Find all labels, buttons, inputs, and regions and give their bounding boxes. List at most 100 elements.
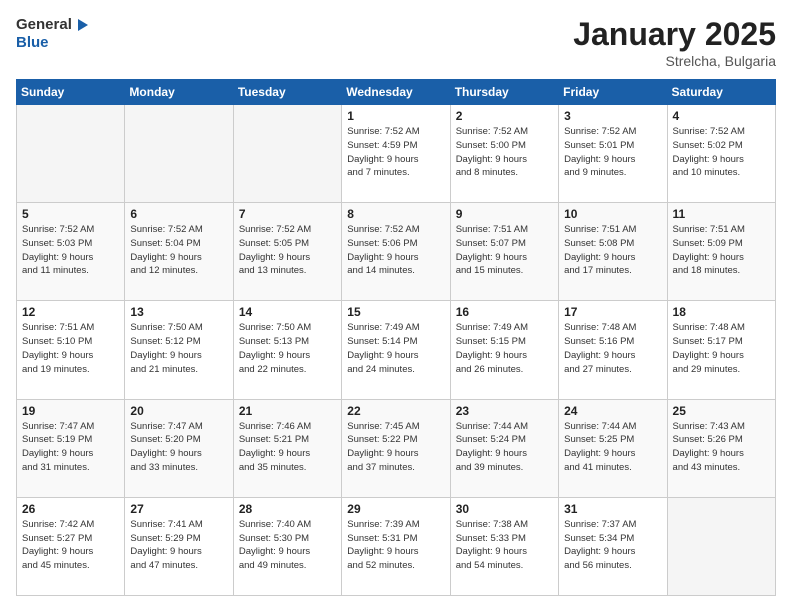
- title-block: January 2025 Strelcha, Bulgaria: [573, 16, 776, 69]
- table-row: 7 Sunrise: 7:52 AM Sunset: 5:05 PM Daylig…: [233, 203, 341, 301]
- table-row: 6 Sunrise: 7:52 AM Sunset: 5:04 PM Daylig…: [125, 203, 233, 301]
- col-saturday: Saturday: [667, 80, 775, 105]
- calendar-header-row: Sunday Monday Tuesday Wednesday Thursday…: [17, 80, 776, 105]
- cell-content: Sunrise: 7:47 AM Sunset: 5:19 PM Dayligh…: [22, 420, 119, 475]
- col-tuesday: Tuesday: [233, 80, 341, 105]
- table-row: 18 Sunrise: 7:48 AM Sunset: 5:17 PM Dayli…: [667, 301, 775, 399]
- table-row: [125, 105, 233, 203]
- table-row: 26 Sunrise: 7:42 AM Sunset: 5:27 PM Dayli…: [17, 497, 125, 595]
- day-number: 8: [347, 207, 444, 221]
- cell-content: Sunrise: 7:44 AM Sunset: 5:25 PM Dayligh…: [564, 420, 661, 475]
- table-row: 1 Sunrise: 7:52 AM Sunset: 4:59 PM Daylig…: [342, 105, 450, 203]
- logo-arrow-icon: [74, 17, 90, 33]
- day-number: 4: [673, 109, 770, 123]
- day-number: 11: [673, 207, 770, 221]
- month-title: January 2025: [573, 16, 776, 53]
- table-row: 15 Sunrise: 7:49 AM Sunset: 5:14 PM Dayli…: [342, 301, 450, 399]
- cell-content: Sunrise: 7:48 AM Sunset: 5:17 PM Dayligh…: [673, 321, 770, 376]
- table-row: [667, 497, 775, 595]
- cell-content: Sunrise: 7:52 AM Sunset: 5:00 PM Dayligh…: [456, 125, 553, 180]
- day-number: 2: [456, 109, 553, 123]
- table-row: [17, 105, 125, 203]
- day-number: 15: [347, 305, 444, 319]
- table-row: 29 Sunrise: 7:39 AM Sunset: 5:31 PM Dayli…: [342, 497, 450, 595]
- table-row: 13 Sunrise: 7:50 AM Sunset: 5:12 PM Dayli…: [125, 301, 233, 399]
- table-row: 12Sunrise: 7:51 AM Sunset: 5:10 PM Dayli…: [17, 301, 125, 399]
- table-row: 21 Sunrise: 7:46 AM Sunset: 5:21 PM Dayli…: [233, 399, 341, 497]
- table-row: 22Sunrise: 7:45 AM Sunset: 5:22 PM Dayli…: [342, 399, 450, 497]
- day-number: 3: [564, 109, 661, 123]
- table-row: 27Sunrise: 7:41 AM Sunset: 5:29 PM Dayli…: [125, 497, 233, 595]
- cell-content: Sunrise: 7:52 AM Sunset: 4:59 PM Dayligh…: [347, 125, 444, 180]
- table-row: 31Sunrise: 7:37 AM Sunset: 5:34 PM Dayli…: [559, 497, 667, 595]
- day-number: 28: [239, 502, 336, 516]
- table-row: 10Sunrise: 7:51 AM Sunset: 5:08 PM Dayli…: [559, 203, 667, 301]
- cell-content: Sunrise: 7:45 AM Sunset: 5:22 PM Dayligh…: [347, 420, 444, 475]
- day-number: 17: [564, 305, 661, 319]
- table-row: 4Sunrise: 7:52 AM Sunset: 5:02 PM Daylig…: [667, 105, 775, 203]
- day-number: 6: [130, 207, 227, 221]
- page: General Blue January 2025 Strelcha, Bulg…: [0, 0, 792, 612]
- location-subtitle: Strelcha, Bulgaria: [573, 53, 776, 69]
- col-monday: Monday: [125, 80, 233, 105]
- cell-content: Sunrise: 7:52 AM Sunset: 5:01 PM Dayligh…: [564, 125, 661, 180]
- col-friday: Friday: [559, 80, 667, 105]
- cell-content: Sunrise: 7:52 AM Sunset: 5:06 PM Dayligh…: [347, 223, 444, 278]
- cell-content: Sunrise: 7:47 AM Sunset: 5:20 PM Dayligh…: [130, 420, 227, 475]
- day-number: 12: [22, 305, 119, 319]
- week-row-4: 19 Sunrise: 7:47 AM Sunset: 5:19 PM Dayli…: [17, 399, 776, 497]
- cell-content: Sunrise: 7:52 AM Sunset: 5:04 PM Dayligh…: [130, 223, 227, 278]
- table-row: 28Sunrise: 7:40 AM Sunset: 5:30 PM Dayli…: [233, 497, 341, 595]
- calendar-table: Sunday Monday Tuesday Wednesday Thursday…: [16, 79, 776, 596]
- table-row: 24 Sunrise: 7:44 AM Sunset: 5:25 PM Dayli…: [559, 399, 667, 497]
- day-number: 18: [673, 305, 770, 319]
- cell-content: Sunrise: 7:51 AM Sunset: 5:07 PM Dayligh…: [456, 223, 553, 278]
- cell-content: Sunrise: 7:50 AM Sunset: 5:12 PM Dayligh…: [130, 321, 227, 376]
- cell-content: Sunrise: 7:39 AM Sunset: 5:31 PM Dayligh…: [347, 518, 444, 573]
- table-row: 2 Sunrise: 7:52 AM Sunset: 5:00 PM Daylig…: [450, 105, 558, 203]
- day-number: 25: [673, 404, 770, 418]
- day-number: 1: [347, 109, 444, 123]
- day-number: 24: [564, 404, 661, 418]
- table-row: 9 Sunrise: 7:51 AM Sunset: 5:07 PM Daylig…: [450, 203, 558, 301]
- week-row-3: 12Sunrise: 7:51 AM Sunset: 5:10 PM Dayli…: [17, 301, 776, 399]
- header: General Blue January 2025 Strelcha, Bulg…: [16, 16, 776, 69]
- cell-content: Sunrise: 7:51 AM Sunset: 5:09 PM Dayligh…: [673, 223, 770, 278]
- week-row-2: 5 Sunrise: 7:52 AM Sunset: 5:03 PM Daylig…: [17, 203, 776, 301]
- cell-content: Sunrise: 7:49 AM Sunset: 5:14 PM Dayligh…: [347, 321, 444, 376]
- week-row-1: 1 Sunrise: 7:52 AM Sunset: 4:59 PM Daylig…: [17, 105, 776, 203]
- cell-content: Sunrise: 7:50 AM Sunset: 5:13 PM Dayligh…: [239, 321, 336, 376]
- table-row: 11 Sunrise: 7:51 AM Sunset: 5:09 PM Dayli…: [667, 203, 775, 301]
- logo: General Blue: [16, 16, 90, 52]
- day-number: 16: [456, 305, 553, 319]
- table-row: 3 Sunrise: 7:52 AM Sunset: 5:01 PM Daylig…: [559, 105, 667, 203]
- day-number: 26: [22, 502, 119, 516]
- table-row: 17 Sunrise: 7:48 AM Sunset: 5:16 PM Dayli…: [559, 301, 667, 399]
- cell-content: Sunrise: 7:52 AM Sunset: 5:05 PM Dayligh…: [239, 223, 336, 278]
- col-wednesday: Wednesday: [342, 80, 450, 105]
- table-row: 25 Sunrise: 7:43 AM Sunset: 5:26 PM Dayli…: [667, 399, 775, 497]
- cell-content: Sunrise: 7:51 AM Sunset: 5:08 PM Dayligh…: [564, 223, 661, 278]
- col-sunday: Sunday: [17, 80, 125, 105]
- cell-content: Sunrise: 7:52 AM Sunset: 5:03 PM Dayligh…: [22, 223, 119, 278]
- day-number: 19: [22, 404, 119, 418]
- cell-content: Sunrise: 7:48 AM Sunset: 5:16 PM Dayligh…: [564, 321, 661, 376]
- table-row: [233, 105, 341, 203]
- day-number: 13: [130, 305, 227, 319]
- week-row-5: 26 Sunrise: 7:42 AM Sunset: 5:27 PM Dayli…: [17, 497, 776, 595]
- cell-content: Sunrise: 7:43 AM Sunset: 5:26 PM Dayligh…: [673, 420, 770, 475]
- table-row: 23Sunrise: 7:44 AM Sunset: 5:24 PM Dayli…: [450, 399, 558, 497]
- day-number: 5: [22, 207, 119, 221]
- logo-general: General: [16, 16, 72, 34]
- day-number: 7: [239, 207, 336, 221]
- day-number: 9: [456, 207, 553, 221]
- day-number: 21: [239, 404, 336, 418]
- day-number: 20: [130, 404, 227, 418]
- cell-content: Sunrise: 7:38 AM Sunset: 5:33 PM Dayligh…: [456, 518, 553, 573]
- cell-content: Sunrise: 7:42 AM Sunset: 5:27 PM Dayligh…: [22, 518, 119, 573]
- table-row: 5 Sunrise: 7:52 AM Sunset: 5:03 PM Daylig…: [17, 203, 125, 301]
- day-number: 29: [347, 502, 444, 516]
- cell-content: Sunrise: 7:46 AM Sunset: 5:21 PM Dayligh…: [239, 420, 336, 475]
- table-row: 30Sunrise: 7:38 AM Sunset: 5:33 PM Dayli…: [450, 497, 558, 595]
- cell-content: Sunrise: 7:37 AM Sunset: 5:34 PM Dayligh…: [564, 518, 661, 573]
